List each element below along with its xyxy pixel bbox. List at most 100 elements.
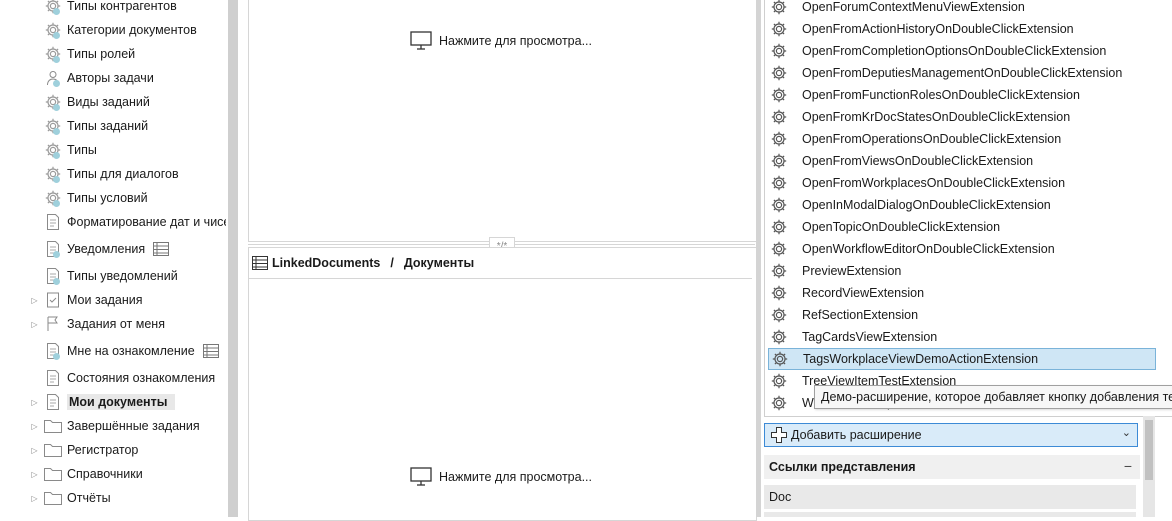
tree-item[interactable]: Виды заданий [0, 91, 150, 113]
tree-item-label: Типы [67, 143, 97, 157]
section-title: Ссылки представления [769, 460, 916, 474]
view-links-section-header[interactable]: Ссылки представления − [764, 455, 1140, 479]
folder-icon [43, 417, 63, 435]
expand-arrow-icon[interactable]: ▷ [30, 422, 39, 431]
right-splitter[interactable] [756, 0, 761, 517]
extension-list-item[interactable]: OpenForumContextMenuViewExtension [768, 0, 1156, 18]
extension-list-item[interactable]: RecordViewExtension [768, 282, 1156, 304]
tree-item-label: Завершённые задания [67, 419, 200, 433]
gear-icon [43, 117, 63, 135]
tree-item-label: Мои задания [67, 293, 143, 307]
bottom-preview-link[interactable]: Нажмите для просмотра... [409, 466, 592, 488]
status-dot-icon [53, 278, 60, 285]
extension-list-item[interactable]: OpenFromOperationsOnDoubleClickExtension [768, 128, 1156, 150]
tree-item[interactable]: Типы условий [0, 187, 148, 209]
tree-item-label: Авторы задачи [67, 71, 154, 85]
status-dot-icon [53, 353, 60, 360]
bottom-preview-label: Нажмите для просмотра... [439, 470, 592, 484]
tree-item[interactable]: Типы ролей [0, 43, 135, 65]
tree-item-label: Типы ролей [67, 47, 136, 61]
extension-list-item[interactable]: OpenTopicOnDoubleClickExtension [768, 216, 1156, 238]
status-dot-icon [53, 152, 60, 159]
extension-list-item[interactable]: TagCardsViewExtension [768, 326, 1156, 348]
document-icon [43, 267, 63, 285]
tree-item[interactable]: Форматирование дат и чисе [0, 211, 226, 233]
expand-arrow-icon[interactable]: ▷ [30, 494, 39, 503]
breadcrumb-second[interactable]: Документы [404, 256, 474, 270]
extension-name: PreviewExtension [802, 264, 902, 278]
tree-item[interactable]: Типы контрагентов [0, 0, 177, 17]
tree-item[interactable]: Состояния ознакомления [0, 367, 215, 389]
extension-list-item[interactable]: PreviewExtension [768, 260, 1156, 282]
gear-icon [43, 141, 63, 159]
top-preview-link[interactable]: Нажмите для просмотра... [409, 30, 592, 52]
tree-item[interactable]: ▷ Мои документы [0, 391, 176, 413]
breadcrumb-first[interactable]: LinkedDocuments [272, 256, 380, 270]
table-icon [153, 242, 170, 256]
extension-name: RefSectionExtension [802, 308, 919, 322]
extension-list-item[interactable]: OpenWorkflowEditorOnDoubleClickExtension [768, 238, 1156, 260]
extension-name: OpenFromCompletionOptionsOnDoubleClickEx… [802, 44, 1107, 58]
gear-icon [768, 326, 790, 348]
add-extension-dropdown[interactable]: Добавить расширение ⌄ [764, 423, 1138, 447]
extension-list-item[interactable]: OpenFromKrDocStatesOnDoubleClickExtensio… [768, 106, 1156, 128]
tree-item[interactable]: ▷ Отчёты [0, 487, 111, 509]
expand-arrow-icon[interactable]: ▷ [30, 398, 39, 407]
extension-list-item[interactable]: OpenFromActionHistoryOnDoubleClickExtens… [768, 18, 1156, 40]
tree-item[interactable]: ▷ Справочники [0, 463, 143, 485]
view-link-item-next[interactable] [764, 512, 1136, 517]
tree-item-label: Регистратор [67, 443, 139, 457]
extension-name: TagsWorkplaceViewDemoActionExtension [803, 352, 1039, 366]
person-icon [43, 69, 63, 87]
tree-item[interactable]: Типы для диалогов [0, 163, 179, 185]
gear-icon [768, 370, 790, 392]
gear-icon [43, 21, 63, 39]
collapse-icon[interactable]: − [1124, 458, 1132, 474]
extension-list-item[interactable]: OpenFromWorkplacesOnDoubleClickExtension [768, 172, 1156, 194]
gear-icon [43, 45, 63, 63]
gear-icon [768, 216, 790, 238]
scrollbar-thumb[interactable] [1145, 420, 1153, 480]
extension-name: OpenFromOperationsOnDoubleClickExtension [802, 132, 1062, 146]
tree-item[interactable]: Категории документов [0, 19, 197, 41]
flag-icon [43, 315, 63, 333]
extension-name: OpenFromViewsOnDoubleClickExtension [802, 154, 1034, 168]
navigation-tree: Типы контрагентов Категории документов Тип… [0, 0, 226, 517]
tree-item[interactable]: Типы [0, 139, 97, 161]
extension-list-item[interactable]: OpenFromViewsOnDoubleClickExtension [768, 150, 1156, 172]
tree-item[interactable]: Типы заданий [0, 115, 148, 137]
gear-icon [768, 18, 790, 40]
tree-item-label: Типы уведомлений [67, 269, 178, 283]
expand-arrow-icon[interactable]: ▷ [30, 470, 39, 479]
extension-name: TagCardsViewExtension [802, 330, 938, 344]
tree-item[interactable]: Типы уведомлений [0, 265, 178, 287]
expand-arrow-icon[interactable]: ▷ [30, 320, 39, 329]
gear-icon [768, 0, 790, 18]
status-dot-icon [53, 8, 60, 15]
view-link-item[interactable]: Doc [764, 485, 1136, 509]
tree-item[interactable]: ▷ Регистратор [0, 439, 138, 461]
tree-item[interactable]: Мне на ознакомление [0, 340, 219, 362]
extension-list-item[interactable]: OpenFromCompletionOptionsOnDoubleClickEx… [768, 40, 1156, 62]
tree-item[interactable]: ▷ Задания от меня [0, 313, 165, 335]
extension-list-item[interactable]: RefSectionExtension [768, 304, 1156, 326]
checklist-icon [43, 291, 63, 309]
extension-list-item[interactable]: OpenInModalDialogOnDoubleClickExtension [768, 194, 1156, 216]
extension-list-item[interactable]: OpenFromFunctionRolesOnDoubleClickExtens… [768, 84, 1156, 106]
tree-item[interactable]: Авторы задачи [0, 67, 154, 89]
tree-item[interactable]: ▷ Завершённые задания [0, 415, 200, 437]
tree-item[interactable]: Уведомления [0, 238, 170, 260]
extension-list-item[interactable]: OpenFromDeputiesManagementOnDoubleClickE… [768, 62, 1156, 84]
table-icon [202, 344, 219, 358]
document-icon [43, 393, 63, 411]
expand-arrow-icon[interactable]: ▷ [30, 296, 39, 305]
left-splitter[interactable] [228, 0, 238, 517]
extension-name: OpenFromWorkplacesOnDoubleClickExtension [802, 176, 1066, 190]
add-extension-label: Добавить расширение [791, 428, 922, 442]
extension-list-item[interactable]: TagsWorkplaceViewDemoActionExtension [768, 348, 1156, 370]
expand-arrow-icon[interactable]: ▷ [30, 446, 39, 455]
gear-icon [43, 0, 63, 15]
tree-item[interactable]: ▷ Мои задания [0, 289, 143, 311]
plus-icon [771, 427, 787, 443]
extensions-list[interactable]: OpenForumContextMenuViewExtension OpenFro… [764, 0, 1172, 417]
